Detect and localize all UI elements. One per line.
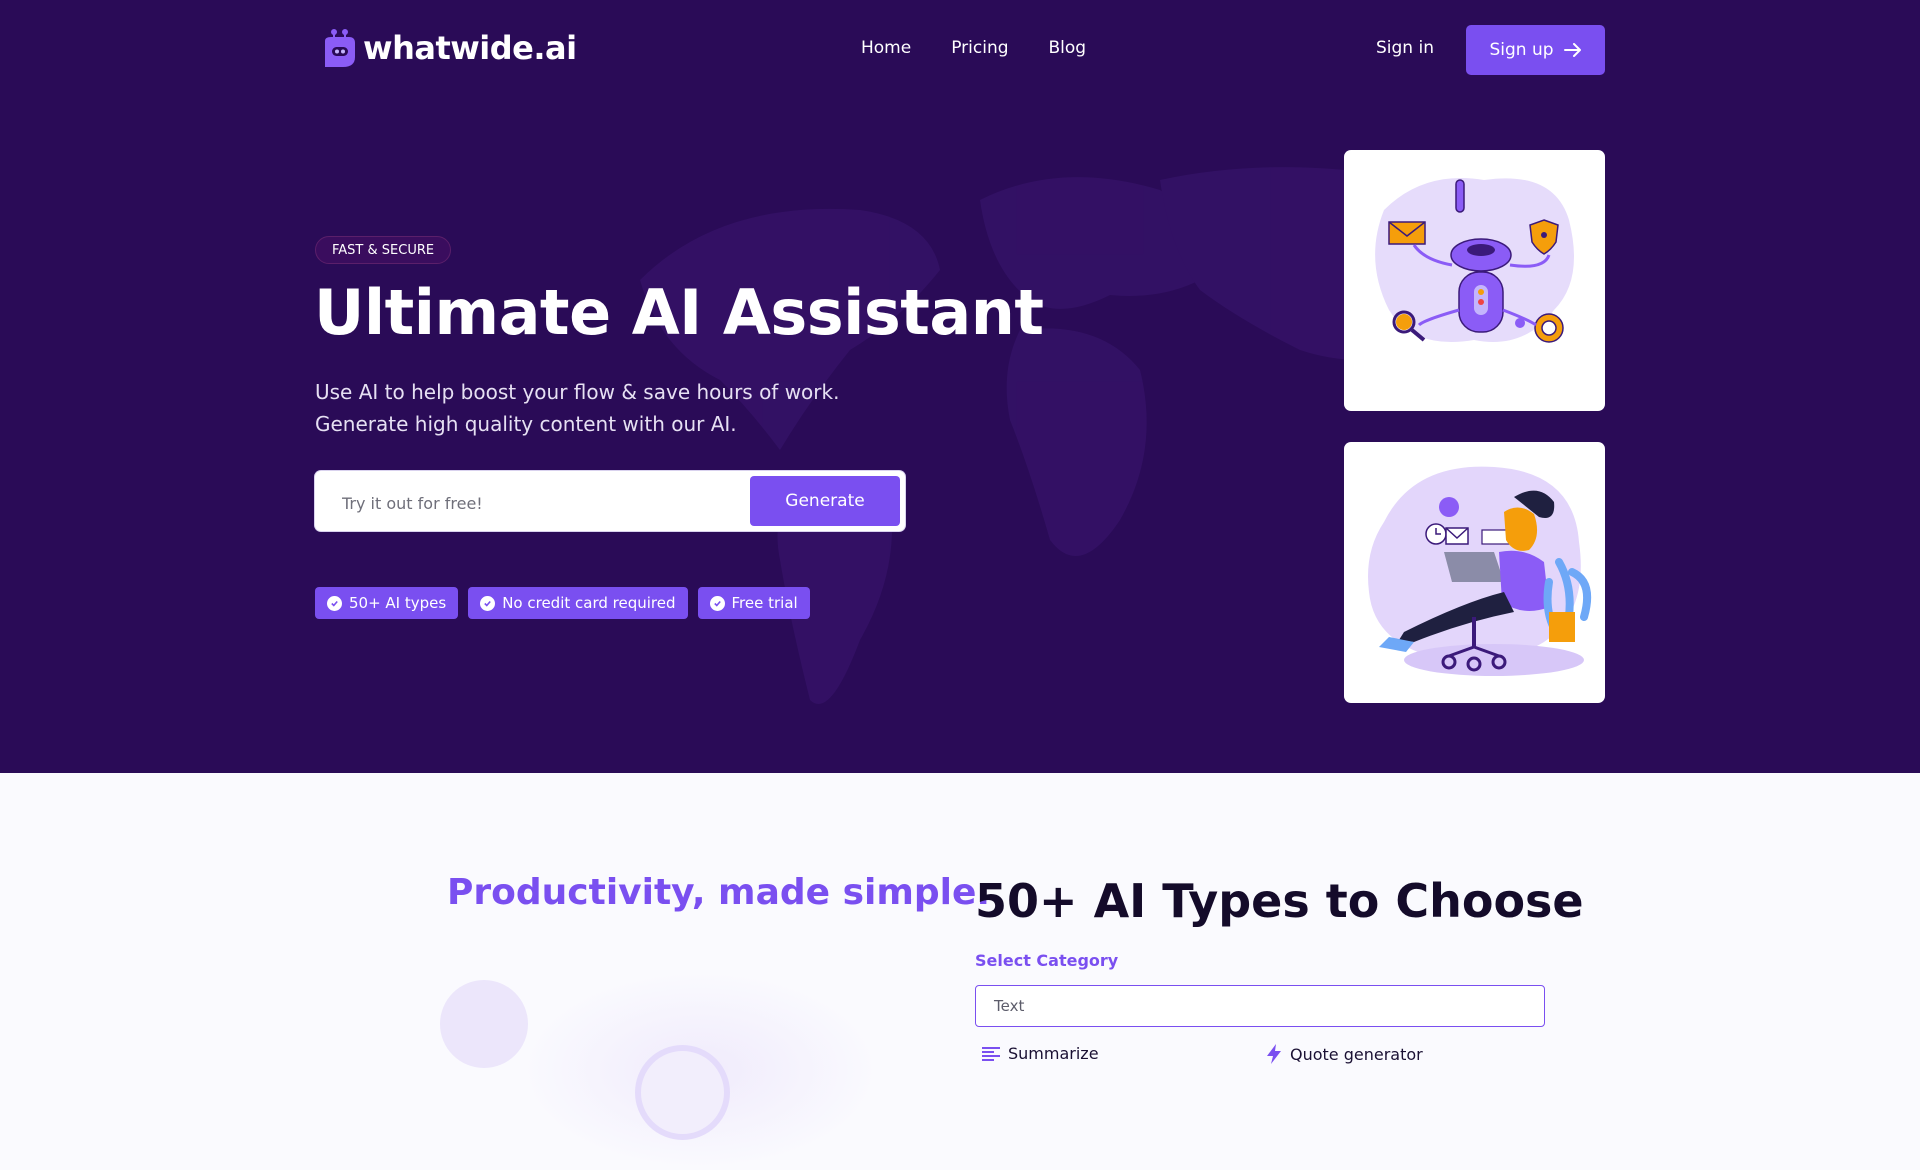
sign-up-button[interactable]: Sign up [1466,25,1605,75]
prompt-input[interactable] [342,489,722,517]
hero-title: Ultimate AI Assistant [314,276,1044,349]
category-select[interactable]: Text [975,985,1545,1027]
lines-icon [982,1046,1000,1061]
ai-types-title: 50+ AI Types to Choose [975,874,1584,928]
feature-chip: No credit card required [468,587,688,619]
generate-button[interactable]: Generate [750,476,900,526]
arrow-right-icon [1563,43,1581,57]
workspace-illustration [1368,466,1591,676]
option-quote-generator[interactable]: Quote generator [1266,1044,1423,1064]
feature-chip: 50+ AI types [315,587,459,619]
feature-chips: 50+ AI types No credit card required Fre… [315,587,810,619]
option-label: Summarize [1008,1044,1099,1063]
brand-name: whatwide.ai [363,29,577,67]
hero-section: whatwide.ai Home Pricing Blog Sign in Si… [0,0,1920,773]
check-circle-icon [709,595,725,611]
robot-illustration-card [1344,150,1605,411]
select-category-label: Select Category [975,951,1119,970]
hero-subtitle: Use AI to help boost your flow & save ho… [315,380,840,436]
nav-blog-link[interactable]: Blog [1049,38,1087,58]
logo[interactable]: whatwide.ai [323,27,577,69]
option-summarize[interactable]: Summarize [982,1044,1099,1063]
fast-secure-badge: FAST & SECURE [315,236,452,264]
feature-chip-label: No credit card required [502,594,676,612]
nav-links: Home Pricing Blog [861,38,1086,58]
productivity-title: Productivity, made simple. [447,872,991,913]
decorative-bubble [440,980,528,1068]
check-circle-icon [480,595,496,611]
robot-illustration [1375,178,1574,343]
feature-chip-label: 50+ AI types [349,594,447,612]
top-nav: whatwide.ai Home Pricing Blog Sign in Si… [0,0,1920,100]
nav-home-link[interactable]: Home [861,38,911,58]
sign-up-label: Sign up [1489,40,1554,60]
nav-pricing-link[interactable]: Pricing [951,38,1008,58]
option-label: Quote generator [1290,1044,1423,1064]
category-select-value: Text [994,997,1025,1015]
sign-in-link[interactable]: Sign in [1376,38,1434,58]
try-it-form: Generate [315,471,905,531]
decorative-ring [635,1045,730,1140]
feature-chip: Free trial [697,587,810,619]
feature-chip-label: Free trial [731,594,798,612]
check-circle-icon [327,595,342,611]
workspace-illustration-card [1344,442,1605,703]
robot-logo-icon [325,29,355,67]
bolt-icon [1267,1044,1281,1064]
